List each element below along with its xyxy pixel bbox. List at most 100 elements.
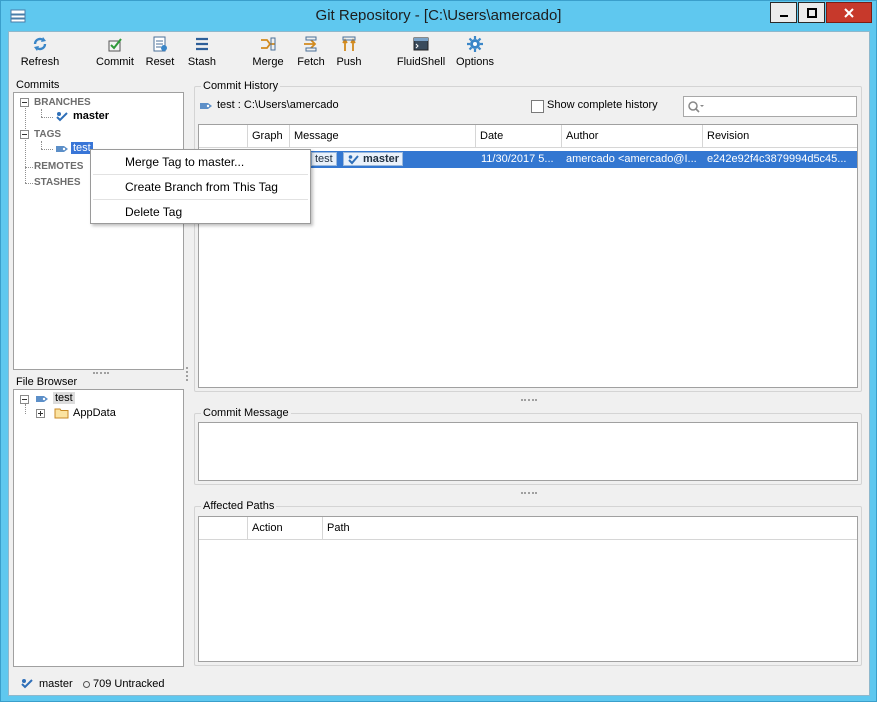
- menu-delete-tag[interactable]: Delete Tag: [92, 200, 309, 224]
- splitter-grip[interactable]: [521, 399, 537, 401]
- tree-connector: [41, 109, 42, 117]
- toolbar: Refresh Commit Reset Stash Merge Fetch P…: [9, 32, 869, 74]
- tree-connector: [41, 141, 42, 149]
- header-message[interactable]: Message: [290, 125, 476, 147]
- branches-collapse-toggle[interactable]: [20, 98, 29, 107]
- paths-table-header: Action Path: [199, 517, 857, 540]
- tag-context-menu: Merge Tag to master... Create Branch fro…: [90, 149, 311, 224]
- close-icon: [844, 7, 854, 18]
- stash-label: Stash: [187, 56, 217, 68]
- tag-icon: [56, 146, 68, 152]
- push-icon: [342, 36, 356, 51]
- status-bar: master 709 Untracked: [9, 673, 869, 695]
- fetch-label: Fetch: [297, 56, 325, 68]
- refresh-button[interactable]: Refresh: [17, 35, 63, 73]
- row-tag-chip: test: [311, 152, 337, 166]
- menu-merge-tag[interactable]: Merge Tag to master...: [92, 150, 309, 174]
- folder-icon: [54, 408, 69, 419]
- status-untracked: 709 Untracked: [93, 678, 165, 690]
- folder-appdata[interactable]: AppData: [73, 407, 116, 419]
- search-icon: [688, 101, 704, 113]
- tree-connector: [41, 149, 53, 150]
- header-author[interactable]: Author: [562, 125, 703, 147]
- commit-history-title: Commit History: [201, 80, 281, 92]
- refresh-label: Refresh: [20, 56, 60, 68]
- tree-connector: [41, 117, 53, 118]
- minimize-button[interactable]: [770, 2, 797, 23]
- stash-icon: [196, 37, 208, 51]
- fluidshell-icon: [413, 37, 429, 51]
- branch-icon: [21, 679, 33, 689]
- tag-icon: [200, 103, 212, 109]
- affected-paths-title: Affected Paths: [201, 500, 277, 512]
- history-table-header: Graph Message Date Author Revision: [199, 125, 857, 148]
- splitter-grip[interactable]: [521, 492, 537, 494]
- root-collapse-toggle[interactable]: [20, 395, 29, 404]
- tree-connector: [25, 103, 26, 183]
- close-button[interactable]: [826, 2, 872, 23]
- show-complete-history-label[interactable]: Show complete history: [547, 99, 658, 111]
- commit-message-title: Commit Message: [201, 407, 291, 419]
- status-branch: master: [39, 678, 73, 690]
- header-action[interactable]: Action: [248, 517, 323, 539]
- branch-master[interactable]: master: [73, 110, 109, 122]
- stashes-group[interactable]: STASHES: [34, 177, 81, 188]
- window-title: Git Repository - [C:\Users\amercado]: [315, 7, 562, 24]
- app-icon: [10, 9, 26, 23]
- file-browser-tree[interactable]: test AppData: [13, 389, 184, 667]
- tree-connector: [25, 183, 33, 184]
- options-button[interactable]: Options: [455, 35, 495, 73]
- push-label: Push: [336, 56, 362, 68]
- maximize-icon: [806, 7, 817, 18]
- header-graph[interactable]: Graph: [248, 125, 290, 147]
- affected-paths-table[interactable]: Action Path: [198, 516, 858, 662]
- tags-group[interactable]: TAGS: [34, 129, 61, 140]
- commit-button[interactable]: Commit: [94, 35, 136, 73]
- reset-label: Reset: [145, 56, 175, 68]
- branch-icon: [56, 112, 68, 122]
- fetch-button[interactable]: Fetch: [294, 35, 328, 73]
- remotes-group[interactable]: REMOTES: [34, 161, 83, 172]
- commit-message-textarea[interactable]: [198, 422, 858, 481]
- maximize-button[interactable]: [798, 2, 825, 23]
- client-area: Refresh Commit Reset Stash Merge Fetch P…: [8, 31, 870, 696]
- reset-button[interactable]: Reset: [143, 35, 177, 73]
- gear-icon: [467, 36, 483, 52]
- splitter-grip[interactable]: [93, 372, 109, 374]
- header-blank: [199, 125, 248, 147]
- merge-label: Merge: [252, 56, 284, 68]
- tags-collapse-toggle[interactable]: [20, 130, 29, 139]
- file-browser-title: File Browser: [16, 376, 78, 388]
- fluidshell-label: FluidShell: [396, 56, 446, 68]
- options-label: Options: [456, 56, 494, 68]
- file-root-test[interactable]: test: [53, 392, 75, 404]
- appdata-expand-toggle[interactable]: [36, 409, 45, 418]
- header-revision[interactable]: Revision: [703, 125, 857, 147]
- commit-label: Commit: [96, 56, 134, 68]
- fetch-icon: [304, 36, 317, 52]
- row-revision: e242e92f4c3879994d5c45...: [707, 153, 847, 165]
- commit-icon: [108, 38, 122, 52]
- merge-button[interactable]: Merge: [250, 35, 286, 73]
- untracked-icon: [83, 681, 90, 688]
- row-branch-chip: master: [343, 152, 404, 166]
- row-branch-label: master: [363, 153, 400, 165]
- minimize-icon: [779, 14, 788, 17]
- header-date[interactable]: Date: [476, 125, 562, 147]
- commits-tree[interactable]: BRANCHES master TAGS test REMOTES STASHE…: [13, 92, 184, 370]
- push-button[interactable]: Push: [334, 35, 364, 73]
- header-blank: [199, 517, 248, 539]
- title-bar[interactable]: Git Repository - [C:\Users\amercado]: [1, 1, 876, 31]
- fluidshell-button[interactable]: FluidShell: [396, 35, 446, 73]
- header-path[interactable]: Path: [323, 517, 857, 539]
- history-search-input[interactable]: [683, 96, 857, 117]
- stash-button[interactable]: Stash: [185, 35, 219, 73]
- menu-create-branch[interactable]: Create Branch from This Tag: [92, 175, 309, 199]
- refresh-icon: [33, 37, 47, 51]
- vertical-splitter-grip[interactable]: [186, 367, 188, 381]
- row-date: 11/30/2017 5...: [481, 153, 554, 165]
- show-complete-history-checkbox[interactable]: [531, 100, 544, 113]
- history-path-label: test : C:\Users\amercado: [217, 99, 339, 111]
- branches-group[interactable]: BRANCHES: [34, 97, 91, 108]
- tag-icon: [36, 396, 48, 402]
